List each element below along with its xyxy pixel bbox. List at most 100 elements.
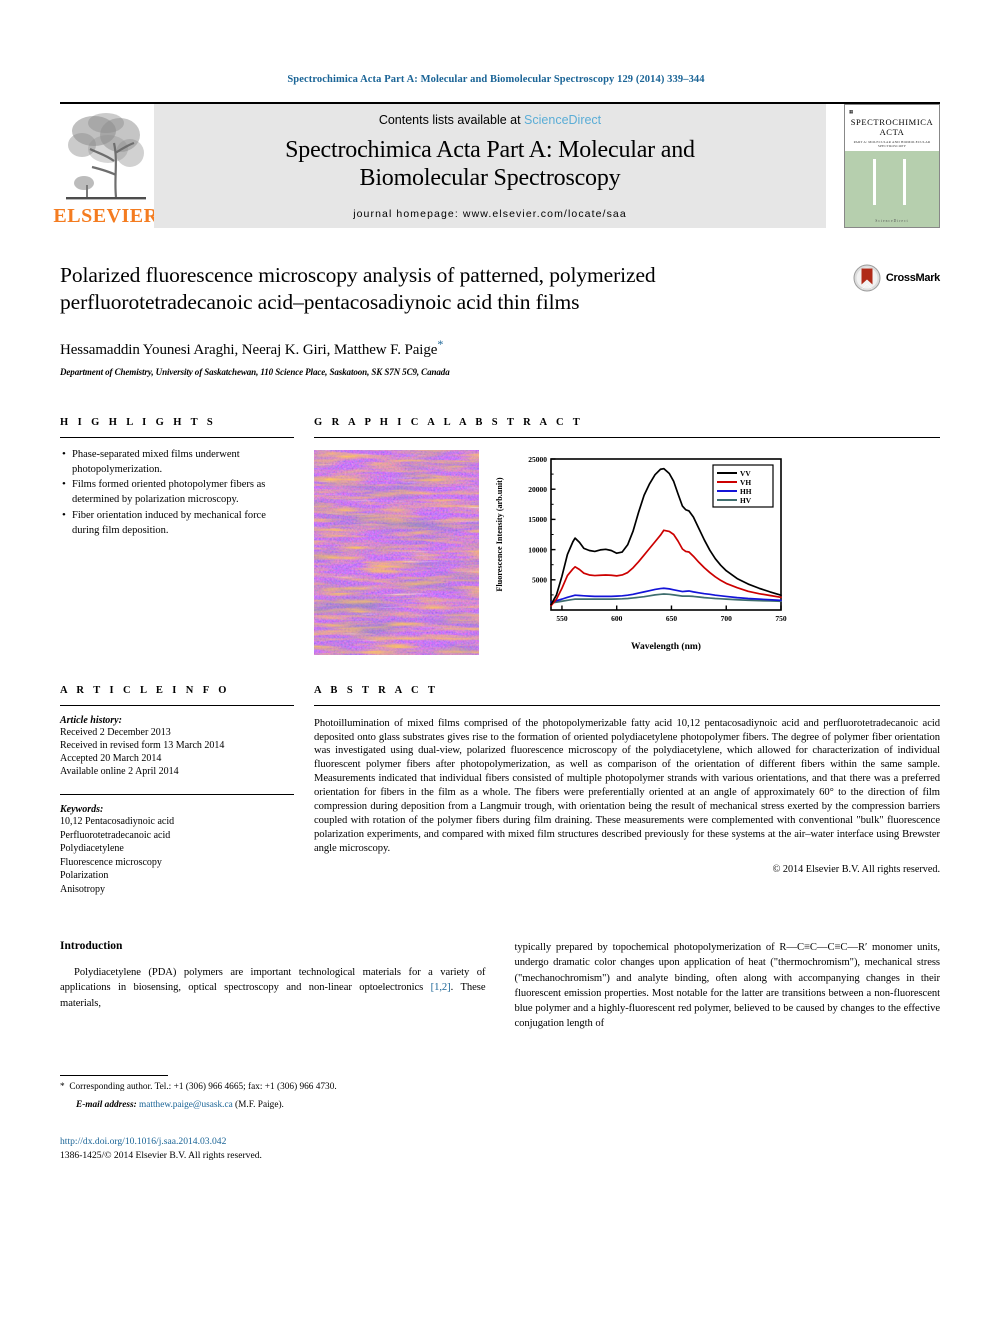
cover-top: ▦ SPECTROCHIMICA ACTA PART A: MOLECULAR …	[845, 105, 939, 152]
contents-available-line: Contents lists available at ScienceDirec…	[379, 113, 601, 127]
article-history-item: Received 2 December 2013	[60, 726, 171, 738]
issn-copyright: 1386-1425/© 2014 Elsevier B.V. All right…	[60, 1149, 262, 1161]
corresponding-author-note: * Corresponding author. Tel.: +1 (306) 9…	[60, 1081, 486, 1094]
svg-text:VH: VH	[740, 478, 751, 487]
elsevier-wordmark: ELSEVIER	[53, 205, 159, 227]
micrograph-image	[314, 449, 479, 655]
highlight-item: Films formed oriented photopolymer fiber…	[60, 477, 294, 508]
keyword-item: Anisotropy	[60, 883, 105, 895]
keyword-item: Polarization	[60, 870, 109, 882]
citation-link[interactable]: [1,2]	[431, 982, 451, 993]
footnote-text: Corresponding author. Tel.: +1 (306) 966…	[69, 1081, 337, 1092]
abstract-heading: A B S T R A C T	[314, 684, 439, 696]
cover-footer: ScienceDirect	[875, 219, 909, 223]
fluorescence-spectrum-chart: 550 600 650 700 750 5000 10000 15000 20000 25000 W…	[489, 450, 940, 655]
email-label: E-mail address:	[76, 1100, 137, 1111]
keyword-item: Polydiacetylene	[60, 843, 124, 855]
article-info-heading: A R T I C L E I N F O	[60, 684, 230, 696]
article-info-column: A R T I C L E I N F O Article history: R…	[60, 685, 294, 897]
body-column-right: typically prepared by topochemical photo…	[515, 940, 941, 1162]
corresponding-author-marker[interactable]: *	[437, 337, 443, 351]
svg-text:700: 700	[721, 614, 733, 623]
graphical-abstract-heading: G R A P H I C A L A B S T R A C T	[314, 416, 584, 428]
running-head: Spectrochimica Acta Part A: Molecular an…	[287, 74, 705, 85]
svg-text:10000: 10000	[528, 545, 547, 554]
svg-text:Fluorescence Intensity (arb.un: Fluorescence Intensity (arb.unit)	[495, 477, 504, 592]
abstract-copyright: © 2014 Elsevier B.V. All rights reserved…	[772, 863, 940, 875]
spectrum-plot: 550 600 650 700 750 5000 10000 15000 20000 25000 W…	[495, 454, 787, 652]
body-column-left: Introduction Polydiacetylene (PDA) polym…	[60, 940, 486, 1162]
crossmark-label: CrossMark	[885, 272, 940, 284]
graphical-abstract-rule	[314, 436, 940, 438]
crossmark-icon	[853, 264, 881, 292]
journal-cover-thumbnail: ▦ SPECTROCHIMICA ACTA PART A: MOLECULAR …	[844, 104, 940, 228]
article-history-item: Available online 2 April 2014	[60, 766, 179, 778]
cover-title-line-2: ACTA	[879, 126, 905, 137]
article-history-label: Article history:	[60, 714, 122, 726]
keyword-item: Perfluorotetradecanoic acid	[60, 829, 171, 841]
elsevier-logo: ELSEVIER	[53, 104, 158, 228]
journal-title-line-1: Spectrochimica Acta Part A: Molecular an…	[285, 137, 695, 163]
svg-text:5000: 5000	[532, 575, 547, 584]
journal-masthead: ELSEVIER Contents lists available at Sci…	[53, 102, 940, 228]
keyword-item: Fluorescence microscopy	[60, 856, 162, 868]
svg-text:750: 750	[775, 614, 787, 623]
email-owner: (M.F. Paige).	[235, 1100, 284, 1111]
cover-artwork	[845, 151, 939, 227]
svg-text:600: 600	[611, 614, 623, 623]
abstract-text: Photoillumination of mixed films compris…	[314, 717, 940, 854]
doi-link[interactable]: http://dx.doi.org/10.1016/j.saa.2014.03.…	[60, 1135, 486, 1149]
email-note: E-mail address: matthew.paige@usask.ca (…	[60, 1099, 486, 1112]
svg-text:550: 550	[556, 614, 568, 623]
title-block: Polarized fluorescence microscopy analys…	[60, 262, 940, 377]
graphical-abstract-body: 550 600 650 700 750 5000 10000 15000 20000 25000 W…	[314, 449, 940, 655]
article-history-item: Received in revised form 13 March 2014	[60, 739, 225, 751]
author-names: Hessamaddin Younesi Araghi, Neeraj K. Gi…	[60, 341, 438, 358]
abstract-column: A B S T R A C T Photoillumination of mix…	[314, 685, 940, 897]
intro-paragraph-continued: typically prepared by topochemical photo…	[514, 942, 941, 1030]
svg-text:Wavelength (nm): Wavelength (nm)	[631, 641, 701, 652]
page-title: Polarized fluorescence microscopy analys…	[60, 263, 656, 315]
abstract-rule	[314, 704, 940, 706]
graphical-abstract-column: G R A P H I C A L A B S T R A C T 550 60…	[314, 417, 940, 655]
sciencedirect-link[interactable]: ScienceDirect	[524, 113, 601, 127]
affiliation: Department of Chemistry, University of S…	[60, 366, 450, 377]
svg-text:25000: 25000	[528, 454, 547, 463]
cover-subtitle: PART A: MOLECULAR AND BIOMOLECULAR SPECT…	[853, 140, 931, 149]
highlights-graphical-abstract-region: H I G H L I G H T S Phase-separated mixe…	[60, 417, 940, 655]
intro-paragraph: Polydiacetylene (PDA) polymers are impor…	[60, 965, 486, 1010]
keyword-item: 10,12 Pentacosadiynoic acid	[60, 816, 175, 828]
doi-block: http://dx.doi.org/10.1016/j.saa.2014.03.…	[60, 1135, 486, 1163]
footnote-marker: *	[60, 1081, 65, 1092]
intro-heading: Introduction	[60, 940, 123, 953]
article-history-item: Accepted 20 March 2014	[60, 752, 162, 764]
svg-text:VV: VV	[740, 469, 751, 478]
highlights-heading: H I G H L I G H T S	[60, 416, 217, 428]
highlight-item: Phase-separated mixed films underwent ph…	[60, 447, 294, 478]
email-link[interactable]: matthew.paige@usask.ca	[139, 1100, 233, 1110]
highlight-item: Fiber orientation induced by mechanical …	[60, 508, 294, 539]
intro-paragraph-part-a: Polydiacetylene (PDA) polymers are impor…	[60, 967, 486, 994]
svg-text:HH: HH	[740, 487, 752, 496]
highlights-rule	[60, 436, 294, 438]
svg-text:15000: 15000	[528, 515, 547, 524]
paper-page: Spectrochimica Acta Part A: Molecular an…	[0, 0, 992, 1323]
body-region: Introduction Polydiacetylene (PDA) polym…	[60, 940, 940, 1162]
journal-title: Spectrochimica Acta Part A: Molecular an…	[285, 136, 695, 193]
journal-homepage[interactable]: journal homepage: www.elsevier.com/locat…	[353, 200, 627, 220]
svg-text:20000: 20000	[528, 485, 547, 494]
footnote-divider	[60, 1074, 168, 1076]
author-list: Hessamaddin Younesi Araghi, Neeraj K. Gi…	[60, 337, 940, 359]
journal-title-line-2: Biomolecular Spectroscopy	[359, 165, 621, 192]
svg-text:650: 650	[666, 614, 678, 623]
masthead-center: Contents lists available at ScienceDirec…	[154, 104, 826, 228]
contents-prefix: Contents lists available at	[378, 113, 525, 127]
highlights-column: H I G H L I G H T S Phase-separated mixe…	[60, 417, 294, 655]
cover-publisher-mark: ▦	[849, 109, 854, 114]
fluorescence-micrograph	[314, 449, 479, 655]
svg-text:HV: HV	[740, 496, 752, 505]
keywords-rule	[60, 794, 294, 796]
highlights-list: Phase-separated mixed films underwent ph…	[60, 447, 294, 539]
crossmark-badge[interactable]: CrossMark	[853, 264, 940, 292]
keywords-label: Keywords:	[60, 804, 104, 816]
